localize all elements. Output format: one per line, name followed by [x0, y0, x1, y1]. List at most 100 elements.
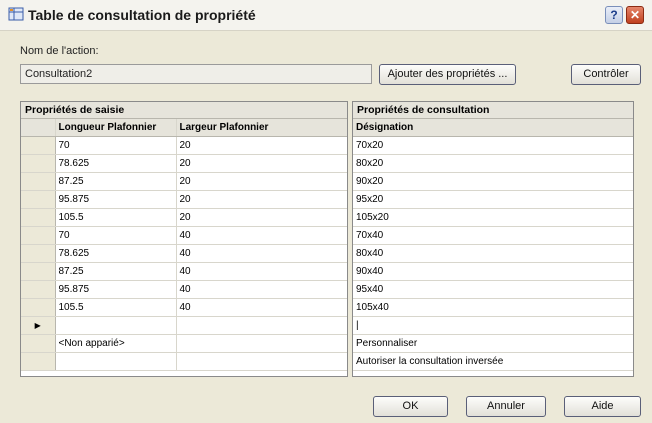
- row-selector[interactable]: [21, 154, 56, 173]
- table-row[interactable]: ▶: [21, 316, 347, 335]
- table-row[interactable]: [21, 352, 347, 371]
- table-row[interactable]: 95x40: [353, 280, 633, 299]
- column-header-width[interactable]: Largeur Plafonnier: [176, 119, 347, 137]
- add-properties-button[interactable]: Ajouter des propriétés ...: [379, 64, 516, 85]
- table-row[interactable]: 80x20: [353, 154, 633, 173]
- table-row[interactable]: 87.25 20: [21, 172, 347, 191]
- table-row[interactable]: Personnaliser: [353, 334, 633, 353]
- table-row[interactable]: 78.625 20: [21, 154, 347, 173]
- designation-cell[interactable]: 90x40: [353, 262, 633, 281]
- length-cell[interactable]: 78.625: [55, 244, 177, 263]
- designation-cell[interactable]: 80x20: [353, 154, 633, 173]
- designation-cell[interactable]: |: [353, 316, 633, 335]
- table-row[interactable]: 95.875 40: [21, 280, 347, 299]
- width-cell[interactable]: 20: [176, 208, 347, 227]
- length-cell[interactable]: 70: [55, 136, 177, 155]
- width-cell[interactable]: 40: [176, 244, 347, 263]
- table-row[interactable]: 90x40: [353, 262, 633, 281]
- table-row[interactable]: 80x40: [353, 244, 633, 263]
- cancel-button[interactable]: Annuler: [466, 396, 546, 417]
- designation-cell[interactable]: 80x40: [353, 244, 633, 263]
- designation-cell[interactable]: 105x20: [353, 208, 633, 227]
- width-cell[interactable]: 20: [176, 190, 347, 209]
- table-row[interactable]: 105x20: [353, 208, 633, 227]
- help-titlebar-button[interactable]: ?: [605, 6, 623, 24]
- designation-cell[interactable]: Personnaliser: [353, 334, 633, 353]
- designation-cell[interactable]: 95x20: [353, 190, 633, 209]
- designation-cell[interactable]: 105x40: [353, 298, 633, 317]
- row-selector[interactable]: [21, 352, 56, 371]
- row-selector[interactable]: [21, 208, 56, 227]
- length-cell[interactable]: <Non apparié>: [55, 334, 177, 353]
- width-cell[interactable]: 40: [176, 226, 347, 245]
- length-cell[interactable]: 87.25: [55, 262, 177, 281]
- designation-cell[interactable]: Autoriser la consultation inversée: [353, 352, 633, 371]
- control-button[interactable]: Contrôler: [571, 64, 641, 85]
- row-selector[interactable]: [21, 226, 56, 245]
- close-window-button[interactable]: ✕: [626, 6, 644, 24]
- designation-cell[interactable]: 90x20: [353, 172, 633, 191]
- lookup-properties-panel: Propriétés de consultation Désignation 7…: [352, 101, 634, 377]
- lookup-properties-title: Propriétés de consultation: [353, 102, 633, 119]
- table-row[interactable]: 70x20: [353, 136, 633, 155]
- width-cell[interactable]: 20: [176, 154, 347, 173]
- width-cell[interactable]: [176, 352, 347, 371]
- window-title: Table de consultation de propriété: [28, 7, 256, 23]
- input-properties-title: Propriétés de saisie: [21, 102, 347, 119]
- table-row[interactable]: |: [353, 316, 633, 335]
- action-name-field[interactable]: [20, 64, 372, 84]
- length-cell[interactable]: [55, 316, 177, 335]
- table-row[interactable]: 90x20: [353, 172, 633, 191]
- title-bar[interactable]: Table de consultation de propriété ? ✕: [0, 0, 652, 31]
- length-cell[interactable]: 95.875: [55, 190, 177, 209]
- lookup-table-dialog: Table de consultation de propriété ? ✕ N…: [0, 0, 652, 423]
- table-row[interactable]: 105.5 40: [21, 298, 347, 317]
- row-selector[interactable]: [21, 136, 56, 155]
- row-selector[interactable]: ▶: [21, 316, 56, 335]
- width-cell[interactable]: 40: [176, 262, 347, 281]
- length-cell[interactable]: 70: [55, 226, 177, 245]
- column-header-length[interactable]: Longueur Plafonnier: [55, 119, 177, 137]
- table-row[interactable]: <Non apparié>: [21, 334, 347, 353]
- input-properties-grid[interactable]: Longueur Plafonnier Largeur Plafonnier 7…: [21, 119, 347, 371]
- width-cell[interactable]: [176, 316, 347, 335]
- row-selector[interactable]: [21, 172, 56, 191]
- ok-button[interactable]: OK: [373, 396, 448, 417]
- table-row[interactable]: 87.25 40: [21, 262, 347, 281]
- help-button[interactable]: Aide: [564, 396, 641, 417]
- input-properties-panel: Propriétés de saisie Longueur Plafonnier…: [20, 101, 348, 377]
- length-cell[interactable]: 78.625: [55, 154, 177, 173]
- width-cell[interactable]: [176, 334, 347, 353]
- lookup-properties-grid[interactable]: Désignation 70x20 80x20 90x20 95x20 105x20 70…: [353, 119, 633, 371]
- row-selector[interactable]: [21, 190, 56, 209]
- length-cell[interactable]: 105.5: [55, 298, 177, 317]
- table-app-icon: [8, 7, 24, 21]
- table-row[interactable]: Autoriser la consultation inversée: [353, 352, 633, 371]
- row-selector[interactable]: [21, 262, 56, 281]
- row-selector[interactable]: [21, 280, 56, 299]
- designation-cell[interactable]: 95x40: [353, 280, 633, 299]
- length-cell[interactable]: [55, 352, 177, 371]
- designation-cell[interactable]: 70x40: [353, 226, 633, 245]
- width-cell[interactable]: 40: [176, 298, 347, 317]
- width-cell[interactable]: 20: [176, 172, 347, 191]
- table-row[interactable]: 95.875 20: [21, 190, 347, 209]
- table-row[interactable]: 105.5 20: [21, 208, 347, 227]
- length-cell[interactable]: 105.5: [55, 208, 177, 227]
- table-row[interactable]: 70 40: [21, 226, 347, 245]
- row-selector[interactable]: [21, 334, 56, 353]
- action-name-label: Nom de l'action:: [20, 45, 99, 57]
- table-row[interactable]: 105x40: [353, 298, 633, 317]
- row-selector[interactable]: [21, 298, 56, 317]
- table-row[interactable]: 78.625 40: [21, 244, 347, 263]
- table-row[interactable]: 70 20: [21, 136, 347, 155]
- table-row[interactable]: 70x40: [353, 226, 633, 245]
- column-header-designation[interactable]: Désignation: [353, 119, 633, 137]
- width-cell[interactable]: 40: [176, 280, 347, 299]
- width-cell[interactable]: 20: [176, 136, 347, 155]
- length-cell[interactable]: 95.875: [55, 280, 177, 299]
- designation-cell[interactable]: 70x20: [353, 136, 633, 155]
- row-selector[interactable]: [21, 244, 56, 263]
- table-row[interactable]: 95x20: [353, 190, 633, 209]
- length-cell[interactable]: 87.25: [55, 172, 177, 191]
